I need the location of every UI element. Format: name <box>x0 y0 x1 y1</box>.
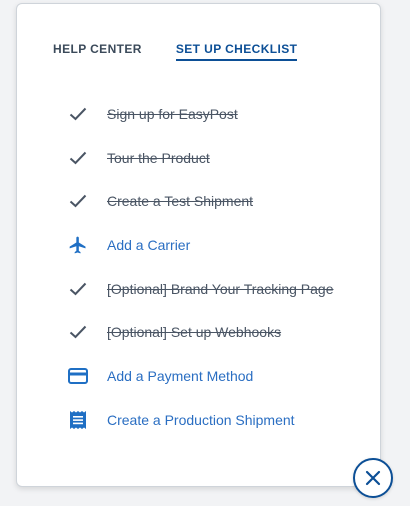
panel-tabs: HELP CENTER SET UP CHECKLIST <box>53 42 298 61</box>
checklist-item-label: Sign up for EasyPost <box>107 105 238 122</box>
checklist-item-sign-up: Sign up for EasyPost <box>67 92 333 136</box>
check-icon <box>67 321 89 343</box>
check-icon <box>67 103 89 125</box>
setup-checklist-panel: HELP CENTER SET UP CHECKLIST Sign up for… <box>16 3 381 487</box>
checklist-item-add-carrier[interactable]: Add a Carrier <box>67 223 333 267</box>
airplane-icon <box>67 234 89 256</box>
tab-help-center[interactable]: HELP CENTER <box>53 42 142 61</box>
check-icon <box>67 278 89 300</box>
checklist-item-payment-method[interactable]: Add a Payment Method <box>67 354 333 398</box>
check-icon <box>67 147 89 169</box>
checklist-item-label[interactable]: Create a Production Shipment <box>107 411 295 429</box>
checklist-item-label: [Optional] Set up Webhooks <box>107 324 282 341</box>
receipt-icon <box>67 409 89 431</box>
checklist-item-label: [Optional] Brand Your Tracking Page <box>107 280 334 297</box>
checklist-item-label: Create a Test Shipment <box>107 193 254 210</box>
close-icon <box>365 470 381 486</box>
checklist-item-webhooks: [Optional] Set up Webhooks <box>67 310 333 354</box>
checklist-item-production-shipment[interactable]: Create a Production Shipment <box>67 398 333 442</box>
checklist: Sign up for EasyPost Tour the Product Cr… <box>67 92 333 442</box>
checklist-item-tour: Tour the Product <box>67 136 333 180</box>
checklist-item-label[interactable]: Add a Carrier <box>107 236 190 254</box>
check-icon <box>67 190 89 212</box>
close-button[interactable] <box>353 458 393 498</box>
checklist-item-label[interactable]: Add a Payment Method <box>107 367 253 385</box>
checklist-item-brand-tracking: [Optional] Brand Your Tracking Page <box>67 267 333 311</box>
checklist-item-label: Tour the Product <box>107 149 210 166</box>
checklist-item-test-shipment: Create a Test Shipment <box>67 179 333 223</box>
tab-setup-checklist[interactable]: SET UP CHECKLIST <box>175 42 298 61</box>
credit-card-icon <box>67 365 89 387</box>
